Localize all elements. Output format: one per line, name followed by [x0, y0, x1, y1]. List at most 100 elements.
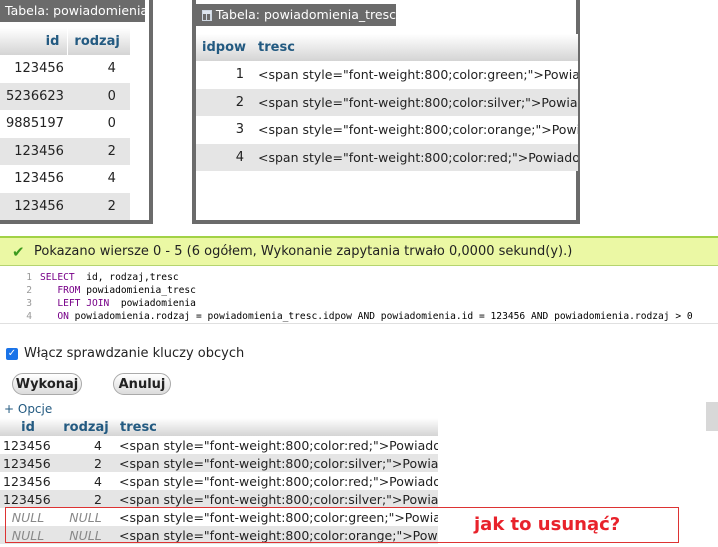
table-cell: 123456 [0, 472, 56, 490]
sql-keyword: LEFT JOIN [57, 298, 110, 309]
table-row[interactable]: 9885197 0 [0, 110, 130, 138]
table-cell: 1 [196, 61, 253, 89]
table-row[interactable]: 5236623 0 [0, 82, 130, 110]
line-number: 1 [26, 272, 32, 283]
table-cell: NULL [0, 508, 56, 526]
column-header-tresc[interactable]: tresc [116, 418, 438, 436]
table-cell: 123456 [0, 490, 56, 508]
table-cell: 4 [67, 165, 130, 193]
table-cell: 4 [67, 55, 130, 83]
code-line: 1 SELECT id, rodzaj,tresc [0, 271, 718, 284]
column-header-idpow[interactable]: idpow [196, 34, 253, 61]
results-table: id rodzaj tresc 123456 4 <span style="font… [0, 418, 438, 544]
column-header-tresc[interactable]: tresc [252, 34, 579, 61]
table-cell: 4 [56, 472, 116, 490]
table-cell: 2 [56, 454, 116, 472]
sql-keyword: FROM [57, 285, 81, 296]
line-number: 3 [26, 298, 32, 309]
results-area: + Opcje id rodzaj tresc 123456 4 <span sty… [0, 402, 718, 547]
line-number: 2 [26, 285, 32, 296]
scrollbar[interactable] [706, 402, 718, 431]
table-row[interactable]: 123456 4 <span style="font-weight:800;colo… [0, 436, 438, 454]
annotation-text: jak to usunąć? [474, 514, 621, 535]
table-cell: <span style="font-weight:800;color:orang… [252, 116, 579, 144]
panel-title[interactable]: Tabela: powiadomienia_tresc [196, 4, 396, 26]
code-line: 2 FROM powiadomienia_tresc [0, 284, 718, 297]
table-cell: 0 [67, 82, 130, 110]
options-link[interactable]: + Opcje [4, 402, 52, 416]
table-row[interactable]: 123456 4 [0, 55, 130, 83]
table-panel-powiadomienia-tresc: Tabela: powiadomienia_tresc idpow tresc … [192, 0, 580, 224]
status-text: Pokazano wiersze 0 - 5 (6 ogółem, Wykona… [34, 244, 573, 259]
column-header-rodzaj[interactable]: rodzaj [67, 28, 130, 55]
table-cell: 2 [67, 192, 130, 220]
table-cell: <span style="font-weight:800;color:green… [252, 61, 579, 89]
sql-text: powiadomienia.rodzaj = powiadomienia_tre… [68, 311, 693, 322]
table-row[interactable]: 4 <span style="font-weight:800;color:red;… [196, 143, 579, 171]
table-panel-powiadomienia: Tabela: powiadomienia id rodzaj 123456 4 5… [0, 0, 153, 224]
table-cell: 123456 [0, 454, 56, 472]
table-row[interactable]: 1 <span style="font-weight:800;color:gree… [196, 61, 579, 89]
table-cell: <span style="font-weight:800;color:red;"… [116, 436, 438, 454]
table-cell: <span style="font-weight:800;color:green… [116, 508, 438, 526]
table-cell: <span style="font-weight:800;color:red;"… [116, 472, 438, 490]
cancel-button[interactable]: Anuluj [113, 373, 171, 395]
table-cell: 123456 [0, 137, 68, 165]
sql-text: id, rodzaj,tresc [74, 272, 179, 283]
table-cell: 2 [67, 137, 130, 165]
sql-query-area: ✔ Pokazano wiersze 0 - 5 (6 ogółem, Wyko… [0, 236, 718, 402]
powiadomienia-table: id rodzaj 123456 4 5236623 0 9885197 0 123456 2… [0, 28, 130, 220]
table-cell: 5236623 [0, 82, 68, 110]
table-row[interactable]: 123456 4 [0, 165, 130, 193]
column-header-id[interactable]: id [0, 28, 68, 55]
table-cell: 4 [56, 436, 116, 454]
panel-title[interactable]: Tabela: powiadomienia [0, 0, 148, 22]
foreign-key-check: ✓ Włącz sprawdzanie kluczy obcych [6, 346, 244, 361]
execute-button[interactable]: Wykonaj [12, 373, 82, 395]
table-cell: 0 [67, 110, 130, 138]
table-cell: <span style="font-weight:800;color:silve… [116, 490, 438, 508]
table-row[interactable]: 123456 2 <span style="font-weight:800;colo… [0, 490, 438, 508]
table-row[interactable]: 123456 2 [0, 192, 130, 220]
table-cell: <span style="font-weight:800;color:silve… [116, 454, 438, 472]
table-cell: 123456 [0, 436, 56, 454]
table-cell: <span style="font-weight:800;color:orang… [116, 526, 438, 544]
table-cell: 123456 [0, 165, 68, 193]
table-cell: <span style="font-weight:800;color:red;"… [252, 143, 579, 171]
sql-keyword: ON [57, 311, 69, 322]
table-cell: 3 [196, 116, 253, 144]
sql-editor[interactable]: 1 SELECT id, rodzaj,tresc 2 FROM powiadom… [0, 266, 718, 324]
line-number: 4 [26, 311, 32, 322]
table-icon [202, 9, 212, 21]
table-cell: <span style="font-weight:800;color:silve… [252, 88, 579, 116]
table-cell: 123456 [0, 55, 68, 83]
table-row[interactable]: NULL NULL <span style="font-weight:800;col… [0, 508, 438, 526]
table-row[interactable]: NULL NULL <span style="font-weight:800;col… [0, 526, 438, 544]
table-cell: 9885197 [0, 110, 68, 138]
code-line: 3 LEFT JOIN powiadomienia [0, 297, 718, 310]
table-cell: 2 [196, 88, 253, 116]
table-row[interactable]: 123456 4 <span style="font-weight:800;colo… [0, 472, 438, 490]
table-cell: 2 [56, 490, 116, 508]
fk-checkbox-label[interactable]: Włącz sprawdzanie kluczy obcych [24, 346, 244, 361]
success-message: ✔ Pokazano wiersze 0 - 5 (6 ogółem, Wyko… [0, 236, 718, 266]
code-line: 4 ON powiadomienia.rodzaj = powiadomieni… [0, 310, 718, 323]
table-row[interactable]: 3 <span style="font-weight:800;color:oran… [196, 116, 579, 144]
sql-text: powiadomienia [109, 298, 196, 309]
column-header-rodzaj[interactable]: rodzaj [56, 418, 116, 436]
check-icon: ✔ [12, 242, 25, 261]
powiadomienia-tresc-table: idpow tresc 1 <span style="font-weight:80… [196, 34, 579, 171]
table-cell: NULL [56, 508, 116, 526]
fk-checkbox[interactable]: ✓ [6, 347, 18, 360]
table-row[interactable]: 123456 2 <span style="font-weight:800;colo… [0, 454, 438, 472]
column-header-id[interactable]: id [0, 418, 56, 436]
panel-title-text: Tabela: powiadomienia_tresc [215, 7, 396, 22]
table-cell: 4 [196, 143, 253, 171]
table-cell: NULL [56, 526, 116, 544]
table-cell: 123456 [0, 192, 68, 220]
table-row[interactable]: 2 <span style="font-weight:800;color:silv… [196, 88, 579, 116]
sql-text: powiadomienia_tresc [80, 285, 196, 296]
table-cell: NULL [0, 526, 56, 544]
sql-keyword: SELECT [40, 272, 75, 283]
table-row[interactable]: 123456 2 [0, 137, 130, 165]
